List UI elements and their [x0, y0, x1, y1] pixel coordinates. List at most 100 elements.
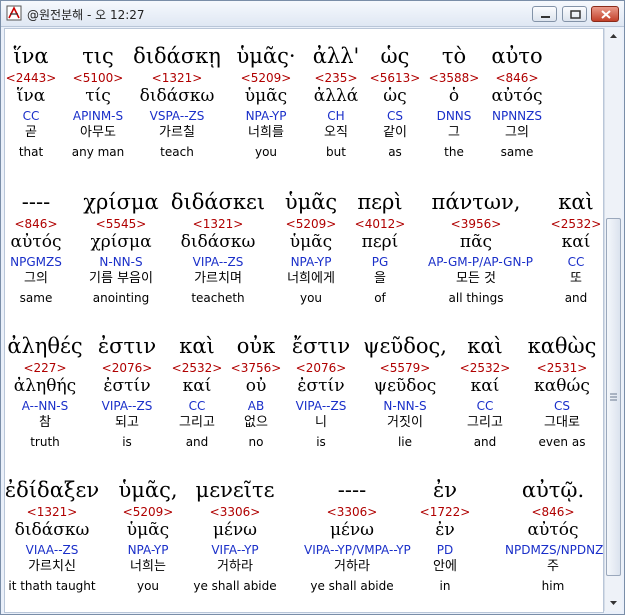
english-gloss: same: [500, 145, 534, 159]
parsing-code: AP-GM-P/AP-GN-P: [428, 255, 534, 269]
greek-word: ἐν: [432, 478, 458, 502]
parsing-code: VIPA--ZS: [295, 399, 347, 413]
english-gloss: teacheth: [191, 291, 245, 305]
word-column[interactable]: ἐδίδαξεν <1321> διδάσκω VIAA--ZS 가르치신 it that…: [4, 478, 100, 596]
korean-gloss: 을: [374, 271, 386, 286]
english-gloss: ye shall abide: [193, 579, 277, 593]
lemma: μένω: [329, 520, 375, 540]
english-gloss: all things: [448, 291, 504, 305]
interlinear-content: ἵνα <2443> ἵνα CC 곧 that τις <5100> τίς APINM-S 아무…: [4, 28, 604, 613]
strong-number: <1722>: [419, 505, 471, 519]
parsing-code: VIFA--YP: [211, 543, 259, 557]
word-column[interactable]: ὑμᾶς, <5209> ὑμᾶς NPA-YP 너희는 you: [100, 478, 196, 596]
greek-word: ----: [337, 478, 367, 502]
vertical-scrollbar[interactable]: [604, 28, 622, 611]
word-column[interactable]: ---- <846> αὐτός NPGMZS 그의 same: [5, 190, 84, 308]
maximize-button[interactable]: [562, 6, 587, 22]
lemma: αὐτός: [491, 86, 543, 106]
parsing-code: PG: [371, 255, 389, 269]
korean-gloss: 모든 것: [455, 271, 496, 286]
parsing-code: CC: [567, 255, 585, 269]
word-column[interactable]: μενεῖτε <3306> μένω VIFA--YP 거하라 ye shall abi…: [187, 478, 283, 596]
word-column[interactable]: ἐν <1722> ἐν PD 안에 in: [397, 478, 493, 596]
word-column[interactable]: χρίσμα <5545> χρίσμα N-NN-S 기름 부음이 anointing: [73, 190, 169, 308]
title-bar[interactable]: @원전분해 - 오 12:27: [1, 1, 624, 27]
parsing-code: VSPA--ZS: [149, 109, 205, 123]
parsing-code: NPDMZS/NPDNZS: [505, 543, 604, 557]
korean-gloss: 기름 부음이: [89, 271, 153, 286]
korean-gloss: 그의: [24, 271, 48, 286]
scroll-up-arrow-icon[interactable]: [606, 28, 621, 45]
strong-number: <2076>: [295, 361, 347, 375]
minimize-button[interactable]: [532, 6, 557, 22]
word-column[interactable]: διδάσκῃ <1321> διδάσκω VSPA--ZS 가르칠 teach: [129, 44, 225, 162]
strong-number: <5545>: [95, 217, 147, 231]
word-column[interactable]: αὐτο <846> αὐτός NPNNZS 그의 same: [469, 44, 565, 162]
strong-number: <2532>: [550, 217, 602, 231]
parsing-code: PD: [436, 543, 454, 557]
close-button[interactable]: [591, 6, 619, 22]
parsing-code: NPA-YP: [127, 543, 169, 557]
english-gloss: it thath taught: [8, 579, 96, 593]
parsing-code: VIPA--YP/VMPA--YP: [304, 543, 411, 557]
strong-number: <4012>: [354, 217, 406, 231]
word-column[interactable]: αὐτῷ. <846> αὐτός NPDMZS/NPDNZS 주 him: [505, 478, 604, 596]
strong-number: <2531>: [536, 361, 588, 375]
lemma: ἐστίν: [297, 376, 345, 396]
lemma: χρίσμα: [90, 232, 152, 252]
parsing-code: N-NN-S: [99, 255, 143, 269]
english-gloss: in: [439, 579, 451, 593]
word-column[interactable]: ἔστιν <2076> ἐστίν VIPA--ZS 니 is: [273, 334, 369, 452]
strong-number: <1321>: [26, 505, 78, 519]
english-gloss: is: [316, 435, 326, 449]
greek-word: καθὼς: [527, 334, 597, 358]
english-gloss: you: [136, 579, 160, 593]
strong-number: <846>: [531, 505, 575, 519]
word-column[interactable]: καὶ <2532> καί CC 또 and: [528, 190, 603, 308]
english-gloss: of: [374, 291, 386, 305]
greek-word: ----: [21, 190, 51, 214]
window-title: @원전분해 - 오 12:27: [27, 8, 145, 22]
word-column[interactable]: καθὼς <2531> καθώς CS 그대로 even as: [514, 334, 603, 452]
lemma: διδάσκω: [14, 520, 90, 540]
strong-number: <3306>: [326, 505, 378, 519]
scroll-down-arrow-icon[interactable]: [606, 594, 621, 611]
korean-gloss: 주: [547, 559, 559, 574]
lemma: μένω: [212, 520, 258, 540]
greek-word: καὶ: [558, 190, 594, 214]
english-gloss: him: [541, 579, 565, 593]
parsing-code: NPGMZS: [10, 255, 62, 269]
english-gloss: and: [564, 291, 588, 305]
lemma: διδάσκω: [139, 86, 215, 106]
strong-number: <3956>: [450, 217, 502, 231]
parsing-code: NPNNZS: [491, 109, 542, 123]
interlinear-window: @원전분해 - 오 12:27 ἵνα <2443> ἵνα CC 곧 that τις <5…: [0, 0, 625, 615]
greek-word: ἔστιν: [291, 334, 351, 358]
english-gloss: ye shall abide: [310, 579, 394, 593]
lemma: περί: [361, 232, 399, 252]
lemma: ἐν: [435, 520, 455, 540]
parsing-code: CS: [554, 399, 570, 413]
korean-gloss: 니: [315, 415, 327, 430]
korean-gloss: 그의: [505, 125, 529, 140]
strong-number: <5209>: [122, 505, 174, 519]
korean-gloss: 너희는: [130, 559, 166, 574]
word-column[interactable]: περὶ <4012> περί PG 을 of: [332, 190, 428, 308]
korean-gloss: 거하라: [217, 559, 253, 574]
lemma: πᾶς: [459, 232, 493, 252]
greek-word: μενεῖτε: [195, 478, 275, 502]
scroll-thumb[interactable]: [606, 218, 621, 576]
korean-gloss: 거하라: [334, 559, 370, 574]
app-bible-icon[interactable]: [6, 5, 22, 21]
korean-gloss: 가르치며: [194, 271, 242, 286]
english-gloss: teach: [160, 145, 194, 159]
english-gloss: even as: [538, 435, 586, 449]
word-column[interactable]: διδάσκει <1321> διδάσκω VIPA--ZS 가르치며 teachet…: [170, 190, 266, 308]
word-column[interactable]: πάντων, <3956> πᾶς AP-GM-P/AP-GN-P 모든 것 all t…: [428, 190, 534, 308]
strong-number: <1321>: [192, 217, 244, 231]
korean-gloss: 가르치신: [28, 559, 76, 574]
lemma: ὑμᾶς: [126, 520, 170, 540]
greek-word: ἐδίδαξεν: [4, 478, 100, 502]
greek-word: διδάσκει: [170, 190, 266, 214]
word-column[interactable]: ---- <3306> μένω VIPA--YP/VMPA--YP 거하라 ye sha…: [304, 478, 411, 596]
